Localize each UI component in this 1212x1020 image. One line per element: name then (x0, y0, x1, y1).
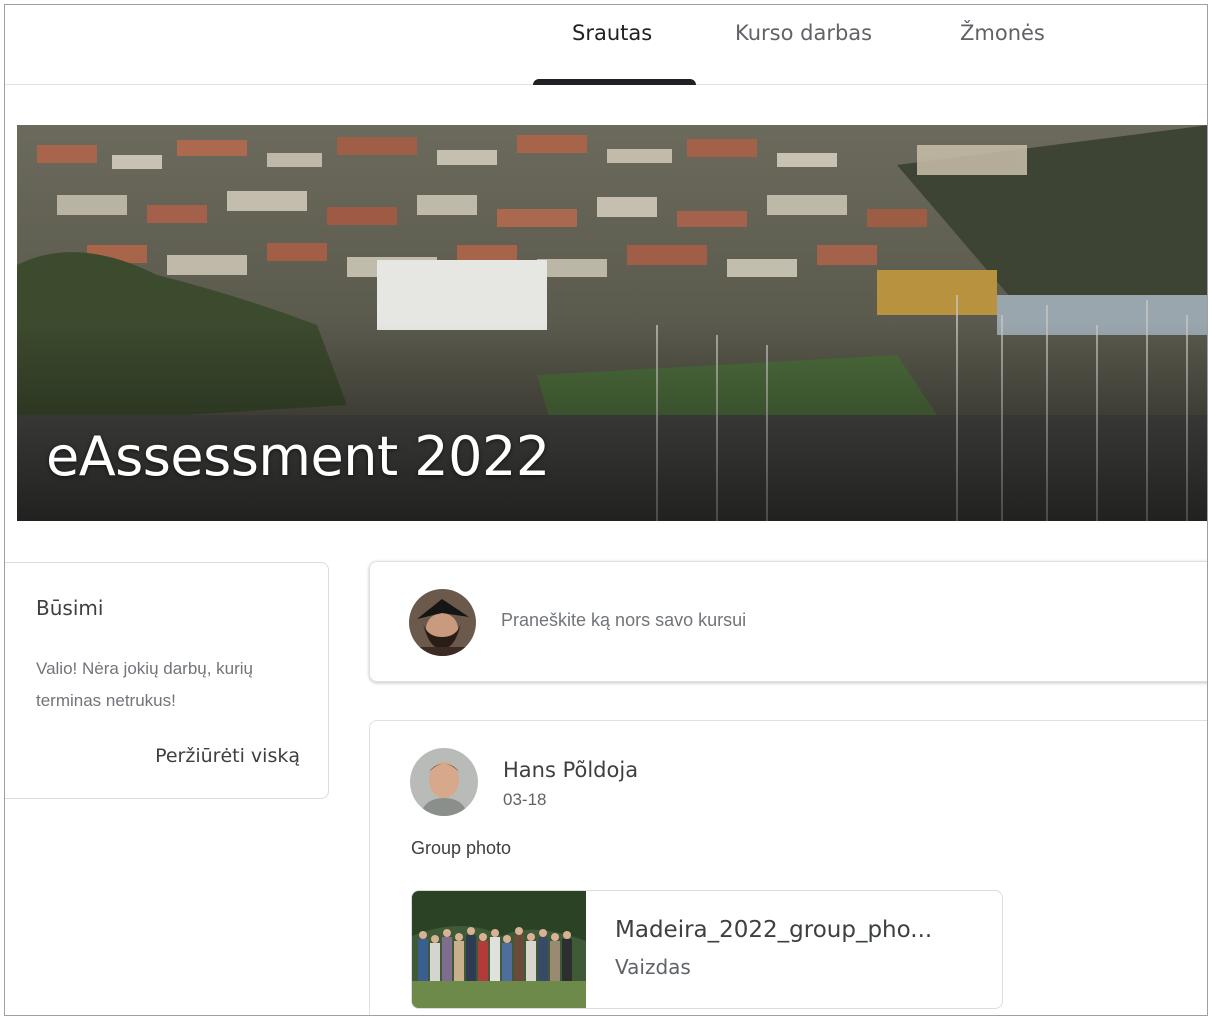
upcoming-card: Būsimi Valio! Nėra jokių darbų, kurių te… (5, 562, 329, 799)
tab-people[interactable]: Žmonės (960, 5, 1045, 85)
avatar (409, 589, 476, 656)
avatar[interactable] (410, 748, 478, 816)
announce-placeholder: Praneškite ką nors savo kursui (501, 610, 747, 630)
classroom-window: Srautas Kurso darbas Žmonės eAssessment … (4, 4, 1208, 1016)
post-card: Hans Põldoja 03-18 Group photo Madeira_2… (369, 720, 1207, 1015)
post-author[interactable]: Hans Põldoja (503, 758, 638, 782)
attachment-thumbnail (412, 891, 586, 1008)
tab-classwork[interactable]: Kurso darbas (735, 5, 872, 85)
post-text: Group photo (411, 838, 512, 858)
attachment-type: Vaizdas (615, 955, 691, 979)
upcoming-title: Būsimi (36, 596, 104, 620)
view-all-link[interactable]: Peržiūrėti viską (155, 745, 300, 767)
user-avatar-image (409, 589, 476, 656)
top-navigation: Srautas Kurso darbas Žmonės (5, 5, 1207, 85)
tab-stream[interactable]: Srautas (572, 5, 652, 85)
post-date: 03-18 (503, 790, 547, 809)
class-banner: eAssessment 2022 (17, 125, 1207, 521)
announce-box[interactable]: Praneškite ką nors savo kursui (369, 561, 1207, 682)
class-title: eAssessment 2022 (46, 425, 550, 488)
group-photo-image (412, 891, 586, 1008)
author-avatar-image (410, 748, 478, 816)
attachment-name: Madeira_2022_group_pho... (615, 917, 933, 943)
upcoming-message: Valio! Nėra jokių darbų, kurių terminas … (36, 659, 254, 710)
attachment-card[interactable]: Madeira_2022_group_pho... Vaizdas (411, 890, 1003, 1009)
active-tab-indicator (533, 79, 696, 85)
